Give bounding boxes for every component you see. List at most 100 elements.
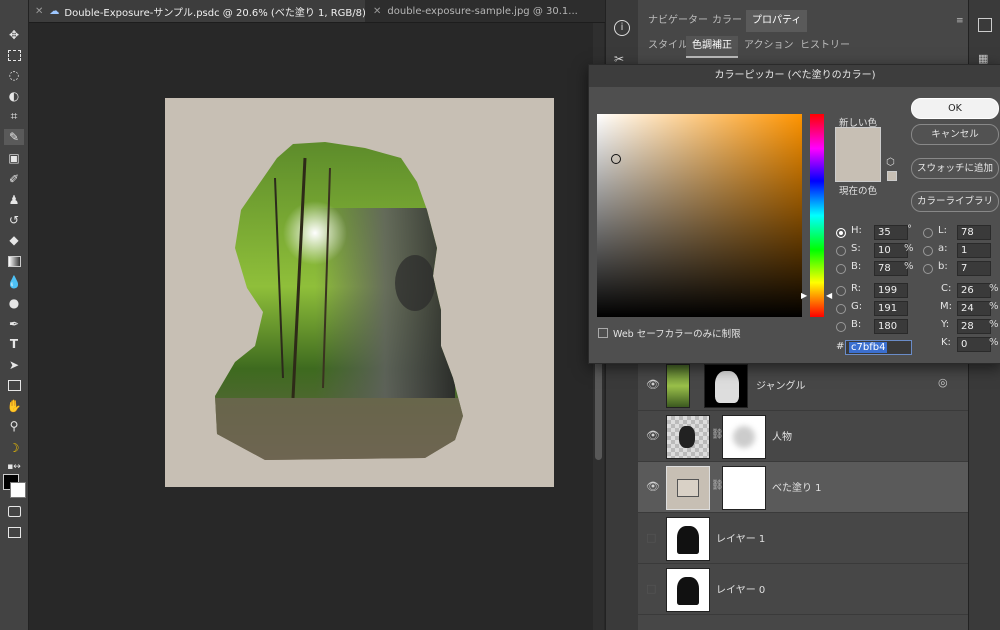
y-input[interactable]: 28: [957, 319, 991, 334]
add-to-swatches-button[interactable]: スウォッチに追加: [911, 158, 999, 179]
stamp-tool-icon[interactable]: ♟: [4, 192, 24, 208]
layer-name: 人物: [772, 432, 792, 443]
k-unit: %: [989, 337, 999, 348]
layer-row[interactable]: □ レイヤー 1: [638, 513, 968, 564]
y-label: Y:: [941, 319, 950, 330]
g-radio[interactable]: [836, 304, 846, 314]
lasso-tool-icon[interactable]: ◌: [4, 67, 24, 83]
a-radio[interactable]: [923, 246, 933, 256]
screen-mode-icon[interactable]: [4, 524, 24, 540]
tab-label: double-exposure-sample.jpg @ 30.1...: [387, 5, 578, 17]
c-unit: %: [989, 283, 999, 294]
eye-icon[interactable]: 👁: [646, 480, 660, 493]
eyedropper-tool-icon[interactable]: ✎: [4, 129, 24, 145]
tab-history[interactable]: ヒストリー: [794, 36, 856, 56]
tab-properties[interactable]: プロパティ: [746, 10, 808, 32]
eye-icon[interactable]: 👁: [646, 429, 660, 442]
k-label: K:: [941, 337, 951, 348]
healing-brush-icon[interactable]: ▣: [4, 150, 24, 166]
document-canvas[interactable]: [165, 98, 554, 487]
hue-slider-right-arrow-icon[interactable]: ◀: [826, 291, 832, 300]
close-icon[interactable]: ✕: [373, 6, 381, 17]
b-input[interactable]: 78: [874, 261, 908, 276]
r-radio[interactable]: [836, 286, 846, 296]
history-brush-icon[interactable]: ↺: [4, 212, 24, 228]
tab-actions[interactable]: アクション: [738, 36, 800, 56]
eye-hidden-icon[interactable]: □: [646, 531, 658, 544]
blue-label: B:: [851, 319, 862, 330]
cancel-button[interactable]: キャンセル: [911, 124, 999, 145]
web-safe-checkbox[interactable]: [598, 328, 608, 338]
b-radio[interactable]: [836, 264, 846, 274]
c-input[interactable]: 26: [957, 283, 991, 298]
tab-double-exposure-psdc[interactable]: ✕ ☁ Double-Exposure-サンプル.psdc @ 20.6% (べ…: [29, 0, 365, 22]
layer-row-selected[interactable]: 👁 ⛓ べた塗り 1: [638, 462, 968, 513]
g-label: G:: [851, 301, 863, 312]
hue-slider[interactable]: [810, 114, 824, 317]
layer-row[interactable]: 👁 ジャングル ◎: [638, 360, 968, 411]
a-input[interactable]: 1: [957, 243, 991, 258]
type-tool-icon[interactable]: T: [4, 336, 24, 352]
quick-mask-icon[interactable]: [4, 503, 24, 519]
web-safe-label: Web セーフカラーのみに制限: [613, 329, 741, 340]
hex-input[interactable]: c7bfb4: [845, 340, 912, 355]
panel-menu-icon[interactable]: ≡: [956, 16, 964, 26]
h-input[interactable]: 35: [874, 225, 908, 240]
g-input[interactable]: 191: [874, 301, 908, 316]
lab-b-radio[interactable]: [923, 264, 933, 274]
saturation-brightness-field[interactable]: [597, 114, 802, 317]
brush-tool-icon[interactable]: ✐: [4, 171, 24, 187]
double-exposure-artwork: [215, 142, 463, 460]
b-unit: %: [904, 261, 914, 272]
layer-row[interactable]: 👁 ⛓ 人物: [638, 411, 968, 462]
marquee-tool-icon[interactable]: [4, 47, 24, 63]
libraries-icon[interactable]: [978, 18, 992, 32]
hue-slider-left-arrow-icon[interactable]: ▶: [801, 291, 807, 300]
s-radio[interactable]: [836, 246, 846, 256]
layer-row[interactable]: □ レイヤー 0: [638, 564, 968, 615]
pen-tool-icon[interactable]: ✒: [4, 316, 24, 332]
s-input[interactable]: 10: [874, 243, 908, 258]
lab-b-input[interactable]: 7: [957, 261, 991, 276]
current-color-swatch[interactable]: [835, 155, 881, 182]
blue-input[interactable]: 180: [874, 319, 908, 334]
k-input[interactable]: 0: [957, 337, 991, 352]
dodge-tool-icon[interactable]: ●: [4, 295, 24, 311]
web-safe-swatch[interactable]: [887, 171, 897, 181]
blur-tool-icon[interactable]: 💧: [4, 274, 24, 290]
background-color-swatch[interactable]: [10, 482, 26, 498]
quick-select-tool-icon[interactable]: ◐: [4, 88, 24, 104]
m-input[interactable]: 24: [957, 301, 991, 316]
crop-tool-icon[interactable]: ⌗: [4, 108, 24, 124]
gradient-tool-icon[interactable]: [4, 253, 24, 269]
info-icon[interactable]: i: [614, 20, 630, 36]
eye-icon[interactable]: 👁: [646, 378, 660, 391]
eye-hidden-icon[interactable]: □: [646, 582, 658, 595]
eraser-tool-icon[interactable]: ◆: [4, 232, 24, 248]
blue-radio[interactable]: [836, 322, 846, 332]
tab-double-exposure-jpg[interactable]: ✕ double-exposure-sample.jpg @ 30.1...: [367, 0, 605, 22]
ok-button[interactable]: OK: [911, 98, 999, 119]
color-cursor-icon[interactable]: [611, 154, 621, 164]
banana-icon[interactable]: ☽: [4, 440, 24, 456]
move-tool-icon[interactable]: ✥: [4, 27, 24, 43]
l-radio[interactable]: [923, 228, 933, 238]
rectangle-tool-icon[interactable]: [4, 377, 24, 393]
tab-navigator[interactable]: ナビゲーター: [642, 10, 714, 32]
r-input[interactable]: 199: [874, 283, 908, 298]
default-colors-icon[interactable]: ▪↔: [4, 459, 24, 475]
blend-clip-icon[interactable]: ◎: [938, 376, 948, 389]
hand-tool-icon[interactable]: ✋: [4, 398, 24, 414]
tab-adjustments[interactable]: 色調補正: [686, 36, 738, 58]
h-radio[interactable]: [836, 228, 846, 238]
hex-label: #: [836, 341, 845, 352]
path-select-icon[interactable]: ➤: [4, 357, 24, 373]
color-libraries-button[interactable]: カラーライブラリ: [911, 191, 999, 212]
close-icon[interactable]: ✕: [35, 6, 43, 17]
zoom-tool-icon[interactable]: ⚲: [4, 418, 24, 434]
tab-color[interactable]: カラー: [706, 10, 748, 32]
layer-thumbnail: [666, 415, 710, 459]
l-input[interactable]: 78: [957, 225, 991, 240]
layer-mask-thumbnail: [704, 364, 748, 408]
gamut-cube-icon[interactable]: ⬡: [886, 157, 895, 168]
